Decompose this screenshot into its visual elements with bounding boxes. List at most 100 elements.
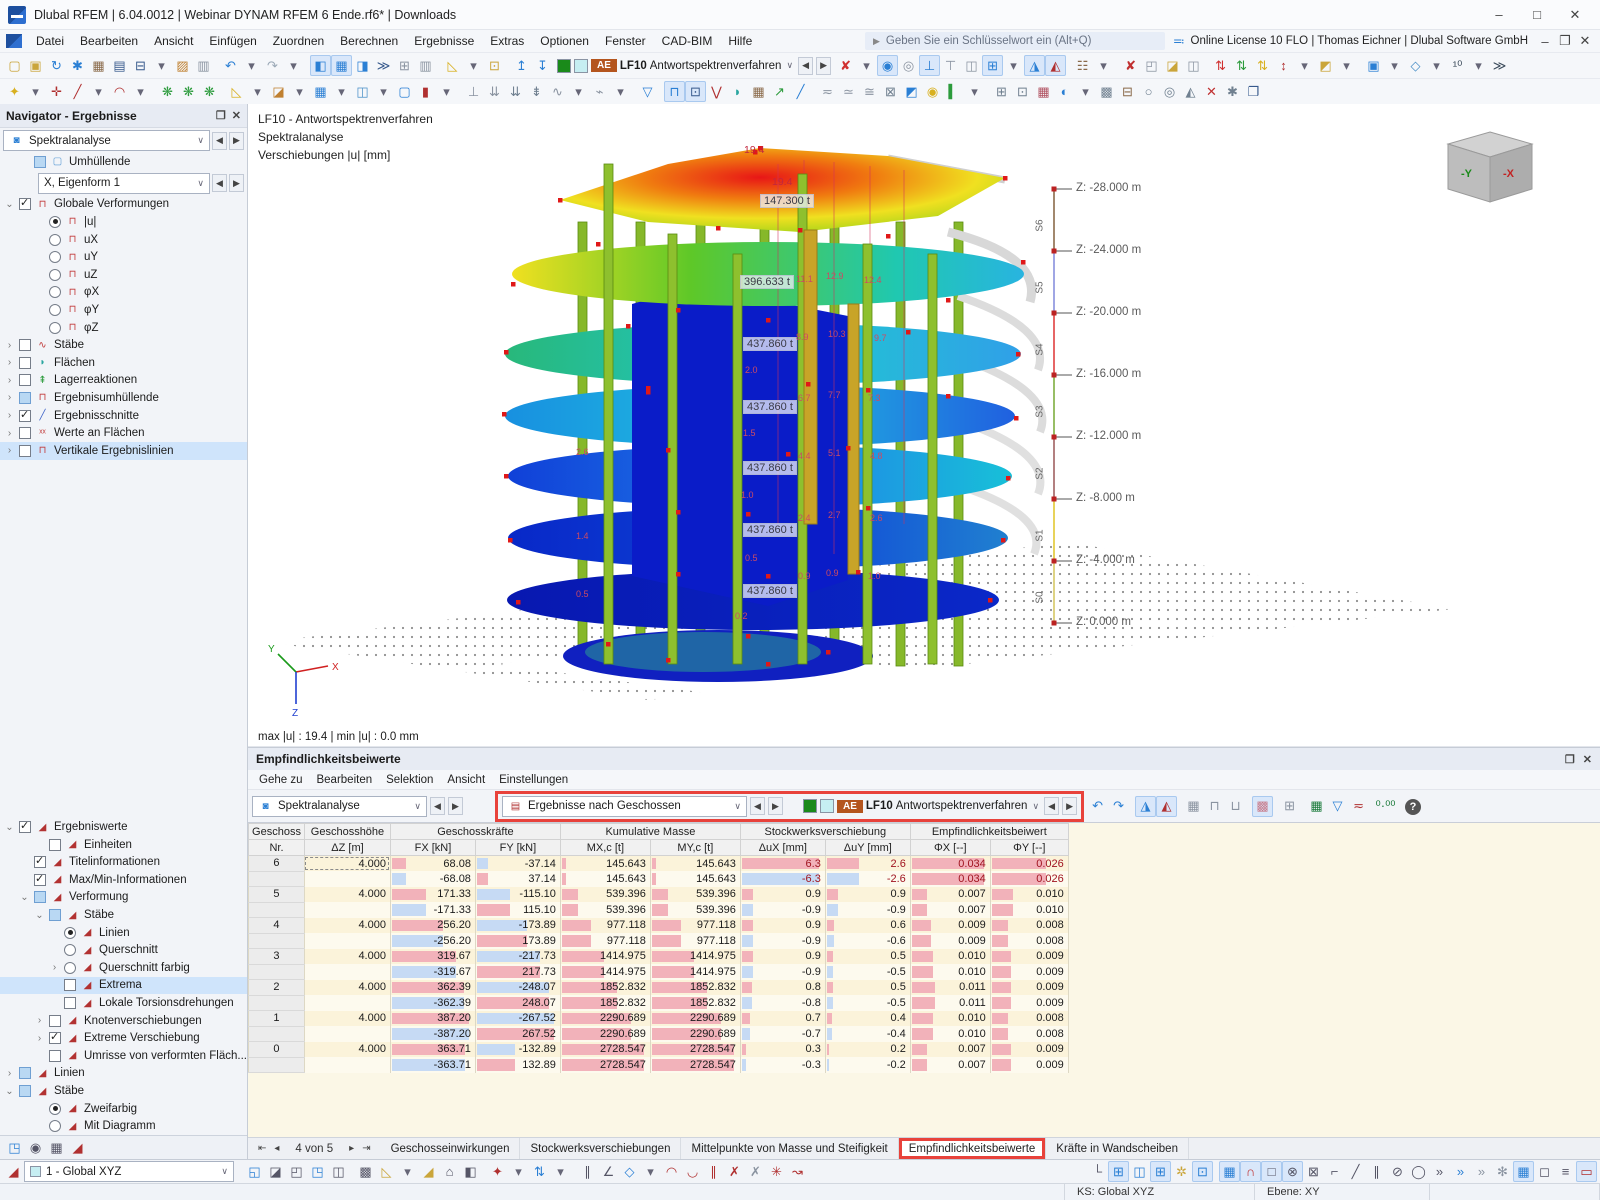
table-cell[interactable]: 0.9 bbox=[740, 887, 825, 903]
table-cell[interactable]: 0.8 bbox=[740, 980, 825, 996]
table-cell[interactable]: 0.009 bbox=[990, 964, 1068, 980]
table-cell[interactable]: 0.3 bbox=[740, 1042, 825, 1058]
deform-arrow-icon[interactable]: ↗ bbox=[769, 81, 790, 102]
table-cell[interactable]: 539.396 bbox=[650, 887, 740, 903]
measure-menu-icon[interactable]: ▾ bbox=[1468, 55, 1489, 76]
table-cell[interactable]: 539.396 bbox=[650, 902, 740, 918]
tree-item--x[interactable]: ⊓φX bbox=[0, 284, 247, 302]
table-cell[interactable]: -0.9 bbox=[825, 902, 910, 918]
table-cell[interactable]: 1414.975 bbox=[650, 949, 740, 965]
menu-cad-bim[interactable]: CAD-BIM bbox=[654, 32, 721, 50]
panel-ramp-icon[interactable]: ◢ bbox=[67, 1137, 88, 1158]
table-menu-bearbeiten[interactable]: Bearbeiten bbox=[309, 773, 379, 787]
radio-control[interactable] bbox=[64, 962, 76, 974]
table-cell[interactable]: 0.009 bbox=[990, 980, 1068, 996]
dim-x-icon[interactable]: ⇅ bbox=[1210, 55, 1231, 76]
checkbox-control[interactable] bbox=[64, 997, 76, 1009]
table-row[interactable]: -256.20173.89977.118977.118-0.9-0.60.009… bbox=[249, 933, 1600, 949]
cancel-calc-icon[interactable]: ✘ bbox=[1120, 55, 1141, 76]
table-cell[interactable]: 0.6 bbox=[825, 918, 910, 934]
checkbox-control[interactable] bbox=[64, 979, 76, 991]
mesh-generate-icon[interactable]: ▩ bbox=[355, 1161, 376, 1182]
table-cell[interactable]: 267.52 bbox=[475, 1026, 560, 1042]
snap-tangent-icon[interactable]: ⊘ bbox=[1387, 1161, 1408, 1182]
3d-viewport[interactable]: -Y -X X Y Z LF10 - Antwortspektrenverfah… bbox=[248, 104, 1600, 727]
expander-icon[interactable]: › bbox=[4, 392, 15, 403]
table-cell[interactable]: -267.52 bbox=[475, 1011, 560, 1027]
tree-item-flächen[interactable]: ›◗Flächen bbox=[0, 354, 247, 372]
table-cell[interactable]: 115.10 bbox=[475, 902, 560, 918]
first-page-button[interactable]: ⇤ bbox=[256, 1143, 268, 1154]
row-eq3-icon[interactable]: ≅ bbox=[859, 81, 880, 102]
table-cell[interactable]: 0.5 bbox=[825, 949, 910, 965]
table-cell[interactable]: 0.010 bbox=[910, 1011, 990, 1027]
chevron-down-icon[interactable]: ∨ bbox=[784, 60, 795, 71]
dim-menu-icon[interactable]: ▾ bbox=[1294, 55, 1315, 76]
table-cell[interactable]: 2.6 bbox=[825, 856, 910, 872]
table-cell[interactable]: -0.9 bbox=[740, 964, 825, 980]
print-menu-icon[interactable]: ▾ bbox=[151, 55, 172, 76]
background-color-swatch[interactable] bbox=[820, 799, 834, 813]
ramp-slider-icon[interactable]: ≂ bbox=[1348, 796, 1369, 817]
table-cell[interactable]: 3 bbox=[249, 949, 305, 965]
table-cell[interactable]: 217.73 bbox=[475, 964, 560, 980]
dim-z-icon[interactable]: ⇅ bbox=[1252, 55, 1273, 76]
show-results-icon[interactable]: ◉ bbox=[877, 55, 898, 76]
table-cell[interactable]: 145.643 bbox=[650, 871, 740, 887]
link-tool-icon[interactable]: ❐ bbox=[1243, 81, 1264, 102]
result-color-swatch[interactable] bbox=[803, 799, 817, 813]
table-cell[interactable] bbox=[249, 1026, 305, 1042]
tree-item-linien[interactable]: ◢Linien bbox=[0, 924, 247, 942]
table-cell[interactable]: -0.5 bbox=[825, 995, 910, 1011]
table-cell[interactable]: 0.008 bbox=[990, 918, 1068, 934]
grid-big-icon[interactable]: ▦ bbox=[1513, 1161, 1534, 1182]
cross-red-icon[interactable]: ✗ bbox=[724, 1161, 745, 1182]
table-cell[interactable]: -0.6 bbox=[825, 933, 910, 949]
radio-control[interactable] bbox=[49, 251, 61, 263]
mirror-tool-icon[interactable]: ◭ bbox=[1180, 81, 1201, 102]
tree-item-max-min-informationen[interactable]: ◢Max/Min-Informationen bbox=[0, 871, 247, 889]
table-tab-geschosseinwirkungen[interactable]: Geschosseinwirkungen bbox=[381, 1138, 521, 1159]
print-graphic-icon[interactable]: ⊟ bbox=[1117, 81, 1138, 102]
last-page-button[interactable]: ⇥ bbox=[360, 1143, 372, 1154]
table-cell[interactable]: 1 bbox=[249, 1011, 305, 1027]
search-input[interactable]: ▶ Geben Sie ein Schlüsselwort ein (Alt+Q… bbox=[865, 32, 1165, 50]
table-row[interactable]: -319.67217.731414.9751414.975-0.9-0.50.0… bbox=[249, 964, 1600, 980]
table-menu-gehe-zu[interactable]: Gehe zu bbox=[252, 773, 309, 787]
table-cell[interactable]: -115.10 bbox=[475, 887, 560, 903]
checkbox-control[interactable] bbox=[49, 1015, 61, 1027]
more-icon[interactable]: ≫ bbox=[1489, 55, 1510, 76]
table-row[interactable]: 14.000387.20-267.522290.6892290.6890.70.… bbox=[249, 1011, 1600, 1027]
table-cell[interactable]: -0.9 bbox=[740, 902, 825, 918]
checkbox-control[interactable] bbox=[19, 1067, 31, 1079]
table-cell[interactable]: 2 bbox=[249, 980, 305, 996]
table-cell[interactable]: 0.026 bbox=[990, 856, 1068, 872]
checkbox-control[interactable] bbox=[19, 445, 31, 457]
snap-parallel-icon[interactable]: ∥ bbox=[1366, 1161, 1387, 1182]
tree-item--z[interactable]: ⊓φZ bbox=[0, 319, 247, 337]
results-off-icon[interactable]: ✘ bbox=[835, 55, 856, 76]
table-cell[interactable]: 0.007 bbox=[910, 902, 990, 918]
table-cell[interactable]: 0.034 bbox=[910, 871, 990, 887]
result-table-icon[interactable]: ▦ bbox=[1033, 81, 1054, 102]
table-row[interactable]: -171.33115.10539.396539.396-0.9-0.90.007… bbox=[249, 902, 1600, 918]
table-cell[interactable]: 0.010 bbox=[910, 964, 990, 980]
printout-report-icon[interactable]: ▨ bbox=[172, 55, 193, 76]
expander-icon[interactable]: › bbox=[4, 357, 15, 368]
table-row[interactable]: 54.000171.33-115.10539.396539.3960.90.90… bbox=[249, 887, 1600, 903]
draw-line-icon[interactable]: ╱ bbox=[67, 81, 88, 102]
box-3d-icon[interactable]: ◰ bbox=[1141, 55, 1162, 76]
radio-control[interactable] bbox=[49, 234, 61, 246]
rotate-3d-icon[interactable]: ◳ bbox=[307, 1161, 328, 1182]
prev-page-button[interactable]: ◂ bbox=[272, 1143, 281, 1154]
table-cell[interactable]: 1414.975 bbox=[560, 949, 650, 965]
snap-arrow3-icon[interactable]: » bbox=[1471, 1161, 1492, 1182]
load-generate-icon[interactable]: ◺ bbox=[376, 1161, 397, 1182]
tree-item-vertikale-ergebnislinien[interactable]: ›⊓Vertikale Ergebnislinien bbox=[0, 442, 247, 460]
cube-face-x[interactable]: -X bbox=[1503, 168, 1515, 180]
expander-icon[interactable]: ⌄ bbox=[4, 822, 15, 833]
load-free-icon[interactable]: ⇟ bbox=[526, 81, 547, 102]
table-cell[interactable] bbox=[249, 933, 305, 949]
close-panel-icon[interactable]: ✕ bbox=[1583, 753, 1592, 766]
menu-zuordnen[interactable]: Zuordnen bbox=[265, 32, 332, 50]
